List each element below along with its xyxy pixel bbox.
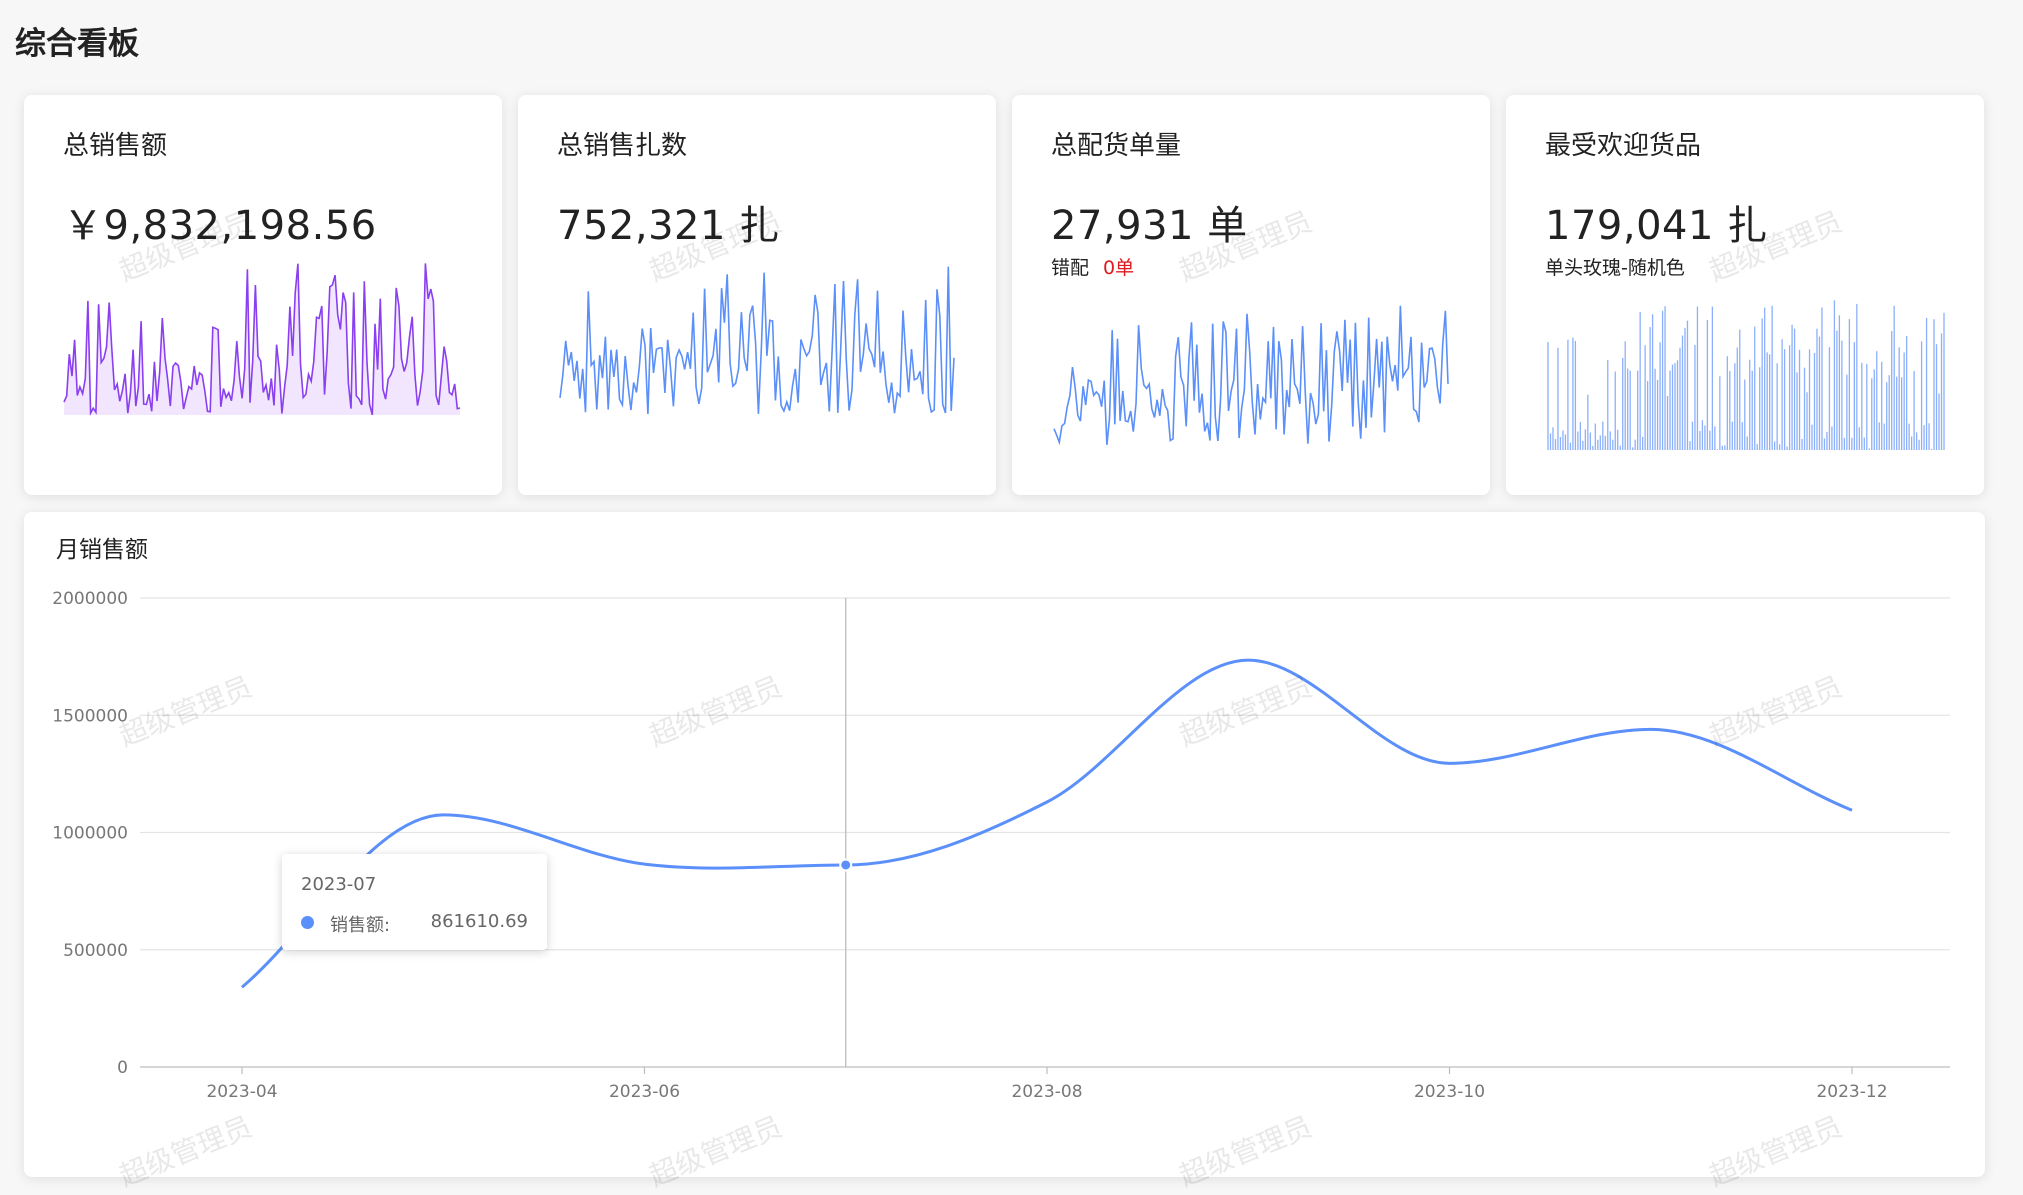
y-tick-label: 1000000	[52, 824, 128, 844]
monthly-sales-card: 月销售额 0 500000 1000000 1500000 2000000 2023-04…	[24, 512, 1985, 1177]
monthly-sales-chart[interactable]: 0 500000 1000000 1500000 2000000 2023-04 2023-…	[24, 512, 1985, 1177]
series-dot-icon	[301, 916, 314, 929]
y-tick-label: 500000	[63, 941, 128, 961]
kpi-card-total-orders: 总配货单量 27,931 单 错配 0单	[1012, 95, 1490, 495]
x-tick-label: 2023-10	[1414, 1082, 1485, 1102]
x-tick-label: 2023-04	[206, 1082, 277, 1102]
data-point[interactable]	[839, 858, 853, 872]
kpi-card-total-bundles: 总销售扎数 752,321 扎	[518, 95, 996, 495]
tooltip-series-name: 销售额:	[330, 915, 391, 936]
kpi-card-total-sales: 总销售额 ￥9,832,198.56	[24, 95, 502, 495]
x-tick-label: 2023-06	[609, 1082, 680, 1102]
y-tick-label: 2000000	[52, 589, 128, 609]
x-tick-label: 2023-12	[1816, 1082, 1887, 1102]
sparkline-total-bundles	[559, 266, 955, 415]
page-title: 综合看板	[15, 26, 139, 62]
sparkline-line	[559, 266, 955, 415]
x-tick-label: 2023-08	[1011, 1082, 1082, 1102]
tooltip-date: 2023-07	[301, 874, 377, 895]
sparkline-total-sales	[63, 263, 461, 417]
sparkline-line	[1053, 305, 1449, 446]
chart-tooltip: 2023-07 销售额: 861610.69	[282, 854, 547, 950]
tooltip-value: 861610.69	[430, 911, 528, 932]
bars-popular-item	[1547, 300, 1945, 450]
y-tick-label: 1500000	[52, 706, 128, 726]
kpi-card-popular-item: 最受欢迎货品 179,041 扎 单头玫瑰-随机色	[1506, 95, 1984, 495]
y-tick-label: 0	[117, 1058, 128, 1078]
sparkline-total-orders	[1053, 305, 1449, 446]
